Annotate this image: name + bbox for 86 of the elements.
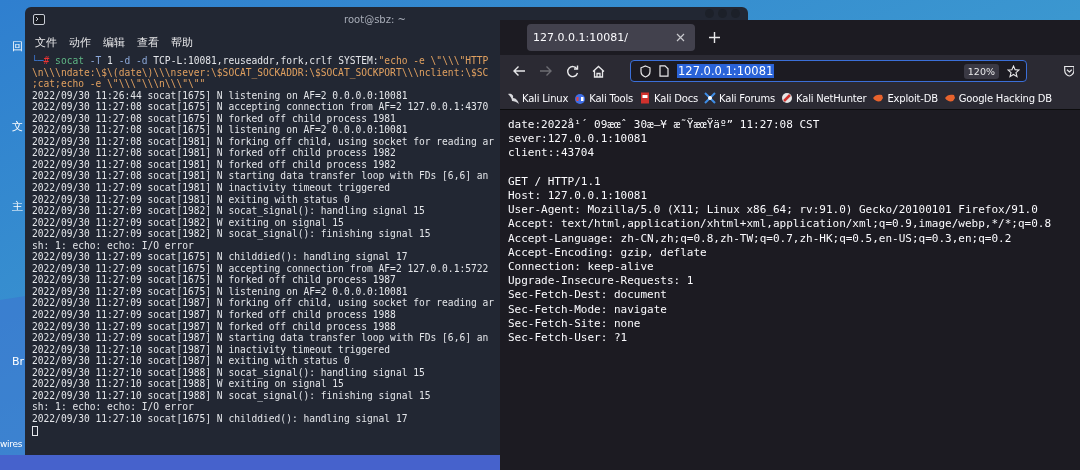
bug-icon [872, 92, 885, 104]
response-line: Sec-Fetch-User: ?1 [508, 331, 628, 346]
response-line: User-Agent: Mozilla/5.0 (X11; Linux x86_64; rv:91.0) Gecko/20100101 Firefox/91.0 [508, 203, 1038, 218]
response-line: Host: 127.0.0.1:10081 [508, 189, 648, 204]
response-line: sever:127.0.0.1:10081 [508, 132, 648, 147]
menu-item[interactable]: 查看 [137, 35, 159, 50]
log-line: 2022/09/30 11:27:08 socat[1981] N forking off child, using socket for reading ar [32, 135, 496, 148]
menu-item[interactable]: 文件 [35, 35, 57, 50]
menu-item[interactable]: 动作 [69, 35, 91, 50]
log-line: 2022/09/30 11:27:10 socat[1988] N socat_signal(): finishing signal 15 [32, 389, 432, 402]
log-line: sh: 1: echo: echo: I/O error [32, 239, 195, 252]
log-line: 2022/09/30 11:27:09 socat[1981] N exiting with status 0 [32, 193, 351, 206]
desktop-icon-label[interactable]: 文 [12, 120, 23, 134]
menu-item[interactable]: 编辑 [103, 35, 125, 50]
bookmark-link[interactable]: Kali Docs [639, 92, 699, 104]
bookmark-link[interactable]: Google Hacking DB [943, 92, 1052, 104]
desktop-icon-label[interactable]: Br [12, 355, 25, 369]
home-icon[interactable] [592, 64, 605, 78]
log-line: 2022/09/30 11:27:09 socat[1675] N accepting connection from AF=2 127.0.0.1:5722 [32, 262, 490, 275]
log-line: 2022/09/30 11:27:09 socat[1987] N forking off child, using socket for reading ar [32, 297, 496, 310]
address-bar[interactable]: 127.0.0.1:10081 120% [630, 60, 1027, 82]
log-line: 2022/09/30 11:27:09 socat[1981] N inactivity timeout triggered [32, 182, 392, 194]
zoom-level-button[interactable]: 120% [963, 63, 999, 79]
response-line: Connection: keep-alive [508, 260, 654, 275]
book-icon [639, 92, 652, 104]
shield-icon [640, 64, 651, 78]
desktop-icon-label[interactable]: 主 [12, 200, 23, 214]
response-line: Accept-Encoding: gzip, deflate [508, 245, 707, 260]
log-line: 2022/09/30 11:26:44 socat[1675] N listening on AF=2 0.0.0.0:10081 [32, 89, 409, 102]
command-line: \n\\\ndate:\$\(date\)\\\nsever:\$SOCAT_SOCKADDR:\$SOCAT_SOCKPORT\\\nclient:\$SC [32, 66, 490, 79]
log-line: 2022/09/30 11:27:08 socat[1981] N starting data transfer loop with FDs [6,6] an [32, 170, 490, 182]
log-line: 2022/09/30 11:27:08 socat[1675] N forked off child process 1981 [32, 112, 397, 125]
response-line: Upgrade-Insecure-Requests: 1 [508, 274, 694, 289]
terminal-cursor [32, 425, 38, 436]
bookmark-link[interactable]: Kali Tools [574, 92, 634, 104]
bookmark-link[interactable]: Kali NetHunter [781, 92, 867, 104]
response-line: Accept-Language: zh-CN,zh;q=0.8,zh-TW;q=0.7,zh-HK;q=0.5,en-US;q=0.3,en;q=0.2 [508, 231, 1012, 246]
log-line: 2022/09/30 11:27:09 socat[1675] N listening on AF=2 0.0.0.0:10081 [32, 285, 409, 298]
menu-item[interactable]: 帮助 [171, 35, 193, 50]
bookmark-link[interactable]: Kali Linux [507, 92, 569, 104]
log-line: 2022/09/30 11:27:08 socat[1675] N listening on AF=2 0.0.0.0:10081 [32, 124, 409, 136]
bug-icon [943, 92, 956, 104]
close-icon[interactable] [676, 33, 685, 42]
browser-tab[interactable]: 127.0.0.1:10081/ [527, 24, 695, 51]
log-line: 2022/09/30 11:27:09 socat[1982] N socat_signal(): handling signal 15 [32, 205, 426, 217]
desktop-icon-label[interactable]: wires [0, 437, 23, 451]
url-text: 127.0.0.1:10081 [677, 64, 775, 78]
crossed-tools-icon [704, 92, 717, 104]
terminal-icon [33, 13, 45, 25]
response-line: GET / HTTP/1.1 [508, 174, 601, 189]
log-line: 2022/09/30 11:27:09 socat[1675] N forked off child process 1987 [32, 274, 397, 286]
bookmark-link[interactable]: Kali Forums [704, 92, 776, 104]
response-line: Sec-Fetch-Site: none [508, 316, 641, 332]
response-line: date:2022å¹´ 09æœˆ 30æ—¥ æ˜ŸæœŸäº” 11:27:08 CST [508, 118, 820, 133]
log-line: 2022/09/30 11:27:09 socat[1987] N forked off child process 1988 [32, 309, 397, 321]
reload-icon[interactable] [566, 64, 579, 78]
back-icon[interactable] [512, 65, 526, 77]
response-line: Sec-Fetch-Dest: document [508, 288, 667, 303]
globe-icon [574, 92, 587, 104]
log-line: 2022/09/30 11:27:09 socat[1987] N starting data transfer loop with FDs [6,6] an [32, 332, 490, 344]
tab-title: 127.0.0.1:10081/ [533, 31, 628, 44]
log-line: 2022/09/30 11:27:09 socat[1987] N forked off child process 1988 [32, 320, 397, 333]
log-line: 2022/09/30 11:27:10 socat[1675] N childdied(): handling signal 17 [32, 412, 409, 425]
window-title: root@sbz: ~ [343, 13, 407, 25]
log-line: 2022/09/30 11:27:08 socat[1981] N forked off child process 1982 [32, 158, 397, 171]
log-line: 2022/09/30 11:27:08 socat[1675] N accepting connection from AF=2 127.0.0.1:4370 [32, 101, 490, 113]
command-line: └─# socat -T 1 -d -d TCP-L:10081,reuseaddr,fork,crlf SYSTEM:"echo -e \"\\\"HTTP [32, 55, 490, 67]
log-line: sh: 1: echo: echo: I/O error [32, 401, 195, 413]
log-line: 2022/09/30 11:27:08 socat[1981] N forked off child process 1982 [32, 147, 397, 159]
log-line: 2022/09/30 11:27:09 socat[1675] N childdied(): handling signal 17 [32, 251, 409, 263]
page-icon [659, 65, 669, 77]
log-line: 2022/09/30 11:27:10 socat[1988] N socat_signal(): handling signal 15 [32, 366, 426, 379]
response-line: client::43704 [508, 146, 595, 161]
bookmark-link[interactable]: Exploit-DB [872, 92, 938, 104]
circle-icon [781, 92, 794, 104]
log-line: 2022/09/30 11:27:10 socat[1987] N inactivity timeout triggered [32, 343, 392, 356]
response-line: Sec-Fetch-Mode: navigate [508, 302, 667, 317]
log-line: 2022/09/30 11:27:09 socat[1982] W exiting on signal 15 [32, 216, 345, 229]
log-line: 2022/09/30 11:27:09 socat[1982] N socat_signal(): finishing signal 15 [32, 228, 432, 240]
log-line: 2022/09/30 11:27:10 socat[1987] N exiting with status 0 [32, 355, 351, 367]
star-icon[interactable] [1007, 64, 1020, 78]
log-line: 2022/09/30 11:27:10 socat[1988] W exiting on signal 15 [32, 378, 345, 390]
new-tab-icon[interactable] [709, 32, 720, 43]
response-line: Accept: text/html,application/xhtml+xml,application/xml;q=0.9,image/webp,*/*;q=0.8 [508, 217, 1052, 232]
desktop-icon-label[interactable]: 回 [12, 40, 23, 54]
command-line: ;cat;echo -e \"\\\"\\\n\\\"\"" [32, 78, 206, 90]
